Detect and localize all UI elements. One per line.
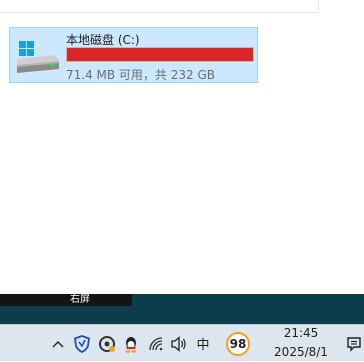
windows-drive-icon — [15, 39, 63, 79]
volume-icon[interactable] — [168, 325, 190, 362]
header-divider — [0, 0, 318, 13]
drive-free-space: 71.4 MB 可用，共 232 GB — [66, 68, 215, 82]
notification-icon[interactable] — [344, 325, 364, 362]
drive-name: 本地磁盘 (C:) — [66, 33, 140, 47]
drive-usage-bar — [66, 47, 254, 62]
status-badge[interactable]: 98 — [225, 325, 251, 362]
qq-icon[interactable] — [120, 325, 142, 362]
clock-date: 2025/8/1 — [274, 345, 328, 359]
clock[interactable]: 21:45 2025/8/1 — [270, 325, 332, 362]
shield-icon[interactable] — [72, 325, 92, 362]
chevron-up-icon[interactable] — [50, 325, 66, 362]
wifi-icon[interactable] — [146, 325, 166, 362]
ime-indicator[interactable]: 中 — [194, 325, 212, 362]
drive-c-tile[interactable]: 本地磁盘 (C:) 71.4 MB 可用，共 232 GB — [9, 27, 258, 83]
clock-time: 21:45 — [283, 326, 319, 340]
taskbar: 中 98 21:45 2025/8/1 — [0, 324, 364, 361]
tooltip: 右屏 — [0, 294, 132, 306]
scrollbar-edge — [318, 0, 319, 12]
qq-browser-icon[interactable] — [96, 325, 118, 362]
drive-usage-fill — [67, 48, 253, 61]
badge-value: 98 — [226, 331, 250, 356]
file-explorer-pane: 本地磁盘 (C:) 71.4 MB 可用，共 232 GB — [0, 0, 364, 294]
tooltip-text: 右屏 — [70, 294, 90, 305]
